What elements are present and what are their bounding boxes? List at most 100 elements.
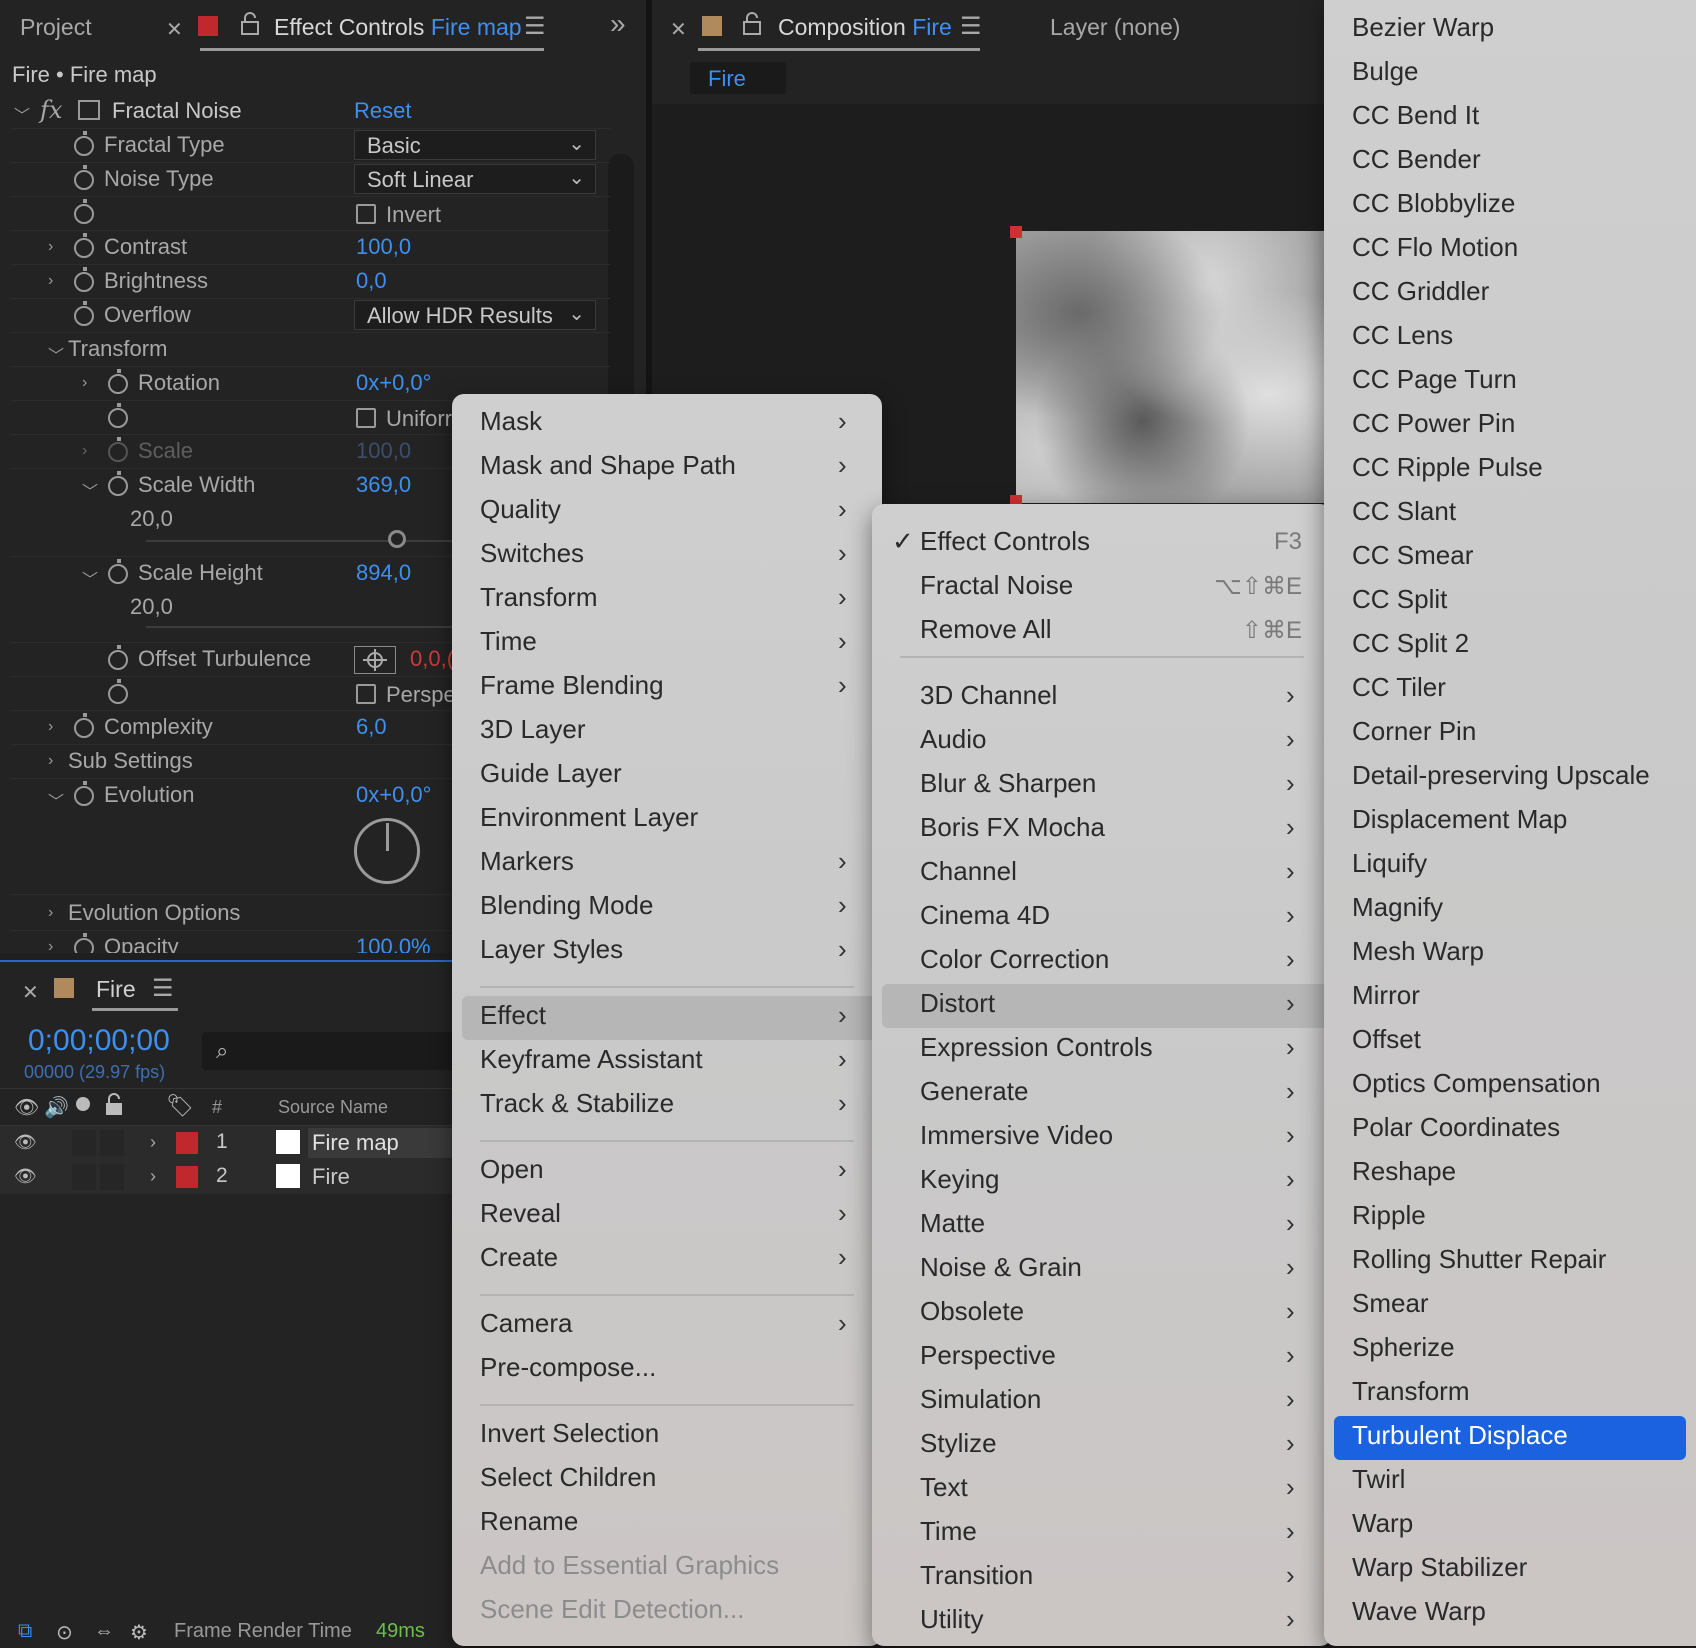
close-icon[interactable]: ✕ (670, 17, 687, 42)
menu-item-select-children[interactable]: Select Children (452, 1462, 882, 1502)
menu-item-bulge[interactable]: Bulge (1324, 54, 1696, 94)
scale-width-slider-thumb[interactable] (388, 530, 406, 548)
layer-name[interactable]: Fire map (312, 1130, 399, 1156)
chevron-right-icon[interactable]: › (48, 752, 53, 770)
stopwatch-icon[interactable] (108, 679, 128, 704)
overflow-dropdown[interactable]: Allow HDR Results ⌄ (354, 300, 596, 330)
menu-item-fractal-noise[interactable]: Fractal Noise ⌥⇧⌘E (872, 570, 1332, 610)
menu-item-cc-slant[interactable]: CC Slant (1324, 494, 1696, 534)
stopwatch-icon[interactable] (74, 301, 94, 326)
rotation-value[interactable]: 0x+0,0° (356, 370, 431, 396)
chevron-right-icon[interactable]: › (150, 1166, 156, 1187)
menu-item-environment-layer[interactable]: Environment Layer (452, 802, 882, 842)
in-out-icon[interactable]: ⇔ (94, 1620, 114, 1643)
chevron-right-icon[interactable]: › (82, 442, 87, 460)
chevron-down-icon[interactable]: ﹀ (48, 342, 64, 366)
menu-item-twirl[interactable]: Twirl (1324, 1462, 1696, 1502)
menu-item-wave-warp[interactable]: Wave Warp (1324, 1594, 1696, 1634)
close-icon[interactable]: ✕ (166, 17, 183, 42)
menu-item-immersive-video[interactable]: Immersive Video › (872, 1120, 1332, 1160)
uniform-scaling-checkbox[interactable] (356, 408, 376, 428)
menu-item-cc-split[interactable]: CC Split (1324, 582, 1696, 622)
menu-item-transform[interactable]: Transform › (452, 582, 882, 622)
menu-item-utility[interactable]: Utility › (872, 1604, 1332, 1644)
opacity-value[interactable]: 100,0% (356, 934, 431, 953)
stopwatch-icon[interactable] (108, 471, 128, 496)
stopwatch-icon[interactable] (108, 369, 128, 394)
menu-item-3d-layer[interactable]: 3D Layer (452, 714, 882, 754)
menu-item-turbulent-displace[interactable]: Turbulent Displace (1324, 1418, 1696, 1458)
stopwatch-icon[interactable] (74, 131, 94, 156)
close-icon[interactable]: ✕ (22, 980, 39, 1005)
invert-checkbox[interactable] (356, 204, 376, 224)
menu-item-effect-controls[interactable]: ✓ Effect Controls F3 (872, 526, 1332, 566)
contrast-value[interactable]: 100,0 (356, 234, 411, 260)
fx-icon[interactable]: fx (40, 96, 62, 124)
menu-item-cc-bend-it[interactable]: CC Bend It (1324, 98, 1696, 138)
tab-effect-controls[interactable]: Effect Controls Fire map (274, 14, 522, 41)
layer-switches-icon[interactable]: ⧉ (18, 1620, 32, 1643)
menu-item-camera[interactable]: Camera › (452, 1308, 882, 1348)
reset-link[interactable]: Reset (354, 98, 411, 124)
chevron-right-icon[interactable]: › (82, 374, 87, 392)
menu-item-time[interactable]: Time › (452, 626, 882, 666)
menu-item-guide-layer[interactable]: Guide Layer (452, 758, 882, 798)
menu-item-transform[interactable]: Transform (1324, 1374, 1696, 1414)
lock-icon[interactable] (240, 12, 260, 41)
stopwatch-icon[interactable] (74, 267, 94, 292)
menu-item-rolling-shutter-repair[interactable]: Rolling Shutter Repair (1324, 1242, 1696, 1282)
menu-item-pre-compose[interactable]: Pre-compose... (452, 1352, 882, 1392)
crosshair-icon[interactable] (354, 646, 396, 674)
lock-icon[interactable] (104, 1093, 124, 1122)
menu-item-warp[interactable]: Warp (1324, 1506, 1696, 1546)
stopwatch-icon[interactable] (74, 933, 94, 953)
scale-height-slider-track[interactable] (146, 626, 456, 628)
stopwatch-icon[interactable] (74, 199, 94, 224)
menu-item-magnify[interactable]: Magnify (1324, 890, 1696, 930)
menu-item-generate[interactable]: Generate › (872, 1076, 1332, 1116)
menu-item-cc-page-turn[interactable]: CC Page Turn (1324, 362, 1696, 402)
menu-item-switches[interactable]: Switches › (452, 538, 882, 578)
menu-item-quality[interactable]: Quality › (452, 494, 882, 534)
eye-icon[interactable]: 👁 (14, 1166, 37, 1187)
menu-item-distort[interactable]: Distort › (872, 988, 1332, 1028)
menu-item-open[interactable]: Open › (452, 1154, 882, 1194)
stopwatch-icon[interactable] (74, 165, 94, 190)
menu-item-cc-tiler[interactable]: CC Tiler (1324, 670, 1696, 710)
menu-item-mirror[interactable]: Mirror (1324, 978, 1696, 1018)
chevron-right-icon[interactable]: › (150, 1132, 156, 1153)
menu-item-reshape[interactable]: Reshape (1324, 1154, 1696, 1194)
noise-type-dropdown[interactable]: Soft Linear ⌄ (354, 164, 596, 194)
scale-width-slider-track[interactable] (146, 540, 456, 542)
menu-item-optics-compensation[interactable]: Optics Compensation (1324, 1066, 1696, 1106)
menu-item-mesh-warp[interactable]: Mesh Warp (1324, 934, 1696, 974)
column-source-name[interactable]: Source Name (278, 1097, 388, 1118)
menu-item-reveal[interactable]: Reveal › (452, 1198, 882, 1238)
menu-item-time[interactable]: Time › (872, 1516, 1332, 1556)
menu-item-polar-coordinates[interactable]: Polar Coordinates (1324, 1110, 1696, 1150)
brightness-value[interactable]: 0,0 (356, 268, 387, 294)
chevron-right-icon[interactable]: › (48, 718, 53, 736)
menu-item-blur-and-sharpen[interactable]: Blur & Sharpen › (872, 768, 1332, 808)
menu-item-mask-and-shape-path[interactable]: Mask and Shape Path › (452, 450, 882, 490)
menu-item-cinema-4d[interactable]: Cinema 4D › (872, 900, 1332, 940)
table-row[interactable]: 👁 › 1 Fire map (0, 1126, 460, 1160)
menu-item-transition[interactable]: Transition › (872, 1560, 1332, 1600)
menu-item-boris-fx-mocha[interactable]: Boris FX Mocha › (872, 812, 1332, 852)
timeline-comp-name[interactable]: Fire (96, 976, 136, 1003)
tab-layer[interactable]: Layer (none) (1050, 14, 1180, 41)
evolution-dial[interactable] (354, 818, 420, 884)
menu-item-expression-controls[interactable]: Expression Controls › (872, 1032, 1332, 1072)
menu-item-offset[interactable]: Offset (1324, 1022, 1696, 1062)
menu-item-frame-blending[interactable]: Frame Blending › (452, 670, 882, 710)
menu-item-stylize[interactable]: Stylize › (872, 1428, 1332, 1468)
current-time-display[interactable]: 0;00;00;00 (28, 1024, 170, 1058)
menu-item-cc-bender[interactable]: CC Bender (1324, 142, 1696, 182)
audio-switch[interactable] (72, 1130, 96, 1156)
menu-item-perspective[interactable]: Perspective › (872, 1340, 1332, 1380)
solo-switch[interactable] (100, 1130, 124, 1156)
menu-item-obsolete[interactable]: Obsolete › (872, 1296, 1332, 1336)
render-time-icon[interactable]: ⚙ (130, 1620, 148, 1645)
fractal-type-dropdown[interactable]: Basic ⌄ (354, 130, 596, 160)
menu-item-cc-power-pin[interactable]: CC Power Pin (1324, 406, 1696, 446)
